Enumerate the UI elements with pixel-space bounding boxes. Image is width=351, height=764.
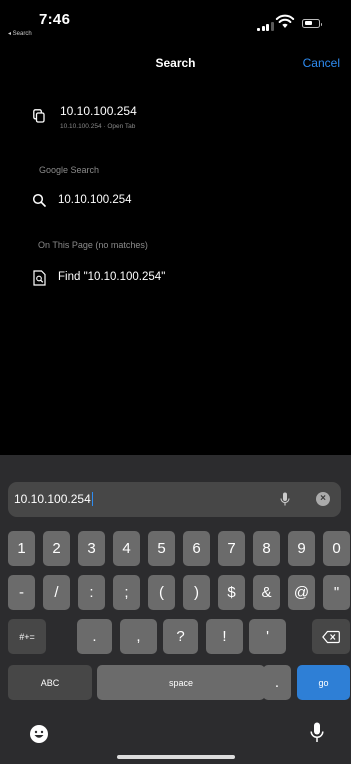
key-hyphen[interactable]: - <box>8 575 35 610</box>
page-title: Search <box>155 56 196 70</box>
wifi-icon <box>275 14 295 28</box>
home-indicator[interactable] <box>117 755 235 759</box>
text-caret <box>91 492 94 506</box>
tabs-icon <box>33 109 45 123</box>
battery-icon <box>302 19 322 28</box>
key-quote[interactable]: " <box>323 575 350 610</box>
key-ampersand[interactable]: & <box>253 575 280 610</box>
search-input-value: 10.10.100.254 <box>14 492 91 506</box>
key-1[interactable]: 1 <box>8 531 35 566</box>
backspace-icon <box>322 630 340 643</box>
abc-mode-key[interactable]: ABC <box>8 665 92 700</box>
cancel-button[interactable]: Cancel <box>303 56 340 70</box>
google-search-section-label: Google Search <box>39 165 100 175</box>
cellular-signal-icon <box>257 22 274 31</box>
space-key[interactable]: space <box>97 665 265 700</box>
clear-text-button[interactable]: × <box>316 492 330 506</box>
key-5[interactable]: 5 <box>148 531 175 566</box>
key-apostrophe[interactable]: ' <box>249 619 286 654</box>
key-2[interactable]: 2 <box>43 531 70 566</box>
key-colon[interactable]: : <box>78 575 105 610</box>
key-exclamation[interactable]: ! <box>206 619 243 654</box>
key-8[interactable]: 8 <box>253 531 280 566</box>
open-tab-title: 10.10.100.254 <box>60 104 137 118</box>
google-suggestion-text: 10.10.100.254 <box>58 194 132 206</box>
key-at[interactable]: @ <box>288 575 315 610</box>
find-on-page-text: Find "10.10.100.254" <box>58 271 166 283</box>
key-4[interactable]: 4 <box>113 531 140 566</box>
key-7[interactable]: 7 <box>218 531 245 566</box>
key-9[interactable]: 9 <box>288 531 315 566</box>
key-semicolon[interactable]: ; <box>113 575 140 610</box>
on-this-page-section-label: On This Page (no matches) <box>38 240 148 250</box>
key-close-paren[interactable]: ) <box>183 575 210 610</box>
search-icon <box>32 193 46 207</box>
backspace-key[interactable] <box>312 619 350 654</box>
open-tab-subtitle: 10.10.100.254 · Open Tab <box>60 123 136 130</box>
search-input[interactable]: 10.10.100.254 <box>14 492 94 506</box>
key-period[interactable]: . <box>77 619 112 654</box>
key-slash[interactable]: / <box>43 575 70 610</box>
period-key[interactable]: . <box>263 665 291 700</box>
dictation-mic-icon[interactable] <box>280 492 290 507</box>
emoji-icon[interactable] <box>29 724 49 744</box>
microphone-icon[interactable] <box>310 722 324 744</box>
key-question[interactable]: ? <box>163 619 198 654</box>
key-dollar[interactable]: $ <box>218 575 245 610</box>
back-to-app-link[interactable]: ◂ Search <box>8 30 32 37</box>
symbols-mode-key[interactable]: #+= <box>8 619 46 654</box>
key-open-paren[interactable]: ( <box>148 575 175 610</box>
key-0[interactable]: 0 <box>323 531 350 566</box>
find-in-page-icon <box>33 270 46 286</box>
go-key[interactable]: go <box>297 665 350 700</box>
key-3[interactable]: 3 <box>78 531 105 566</box>
key-comma[interactable]: , <box>120 619 157 654</box>
status-time: 7:46 <box>39 11 71 28</box>
key-6[interactable]: 6 <box>183 531 210 566</box>
